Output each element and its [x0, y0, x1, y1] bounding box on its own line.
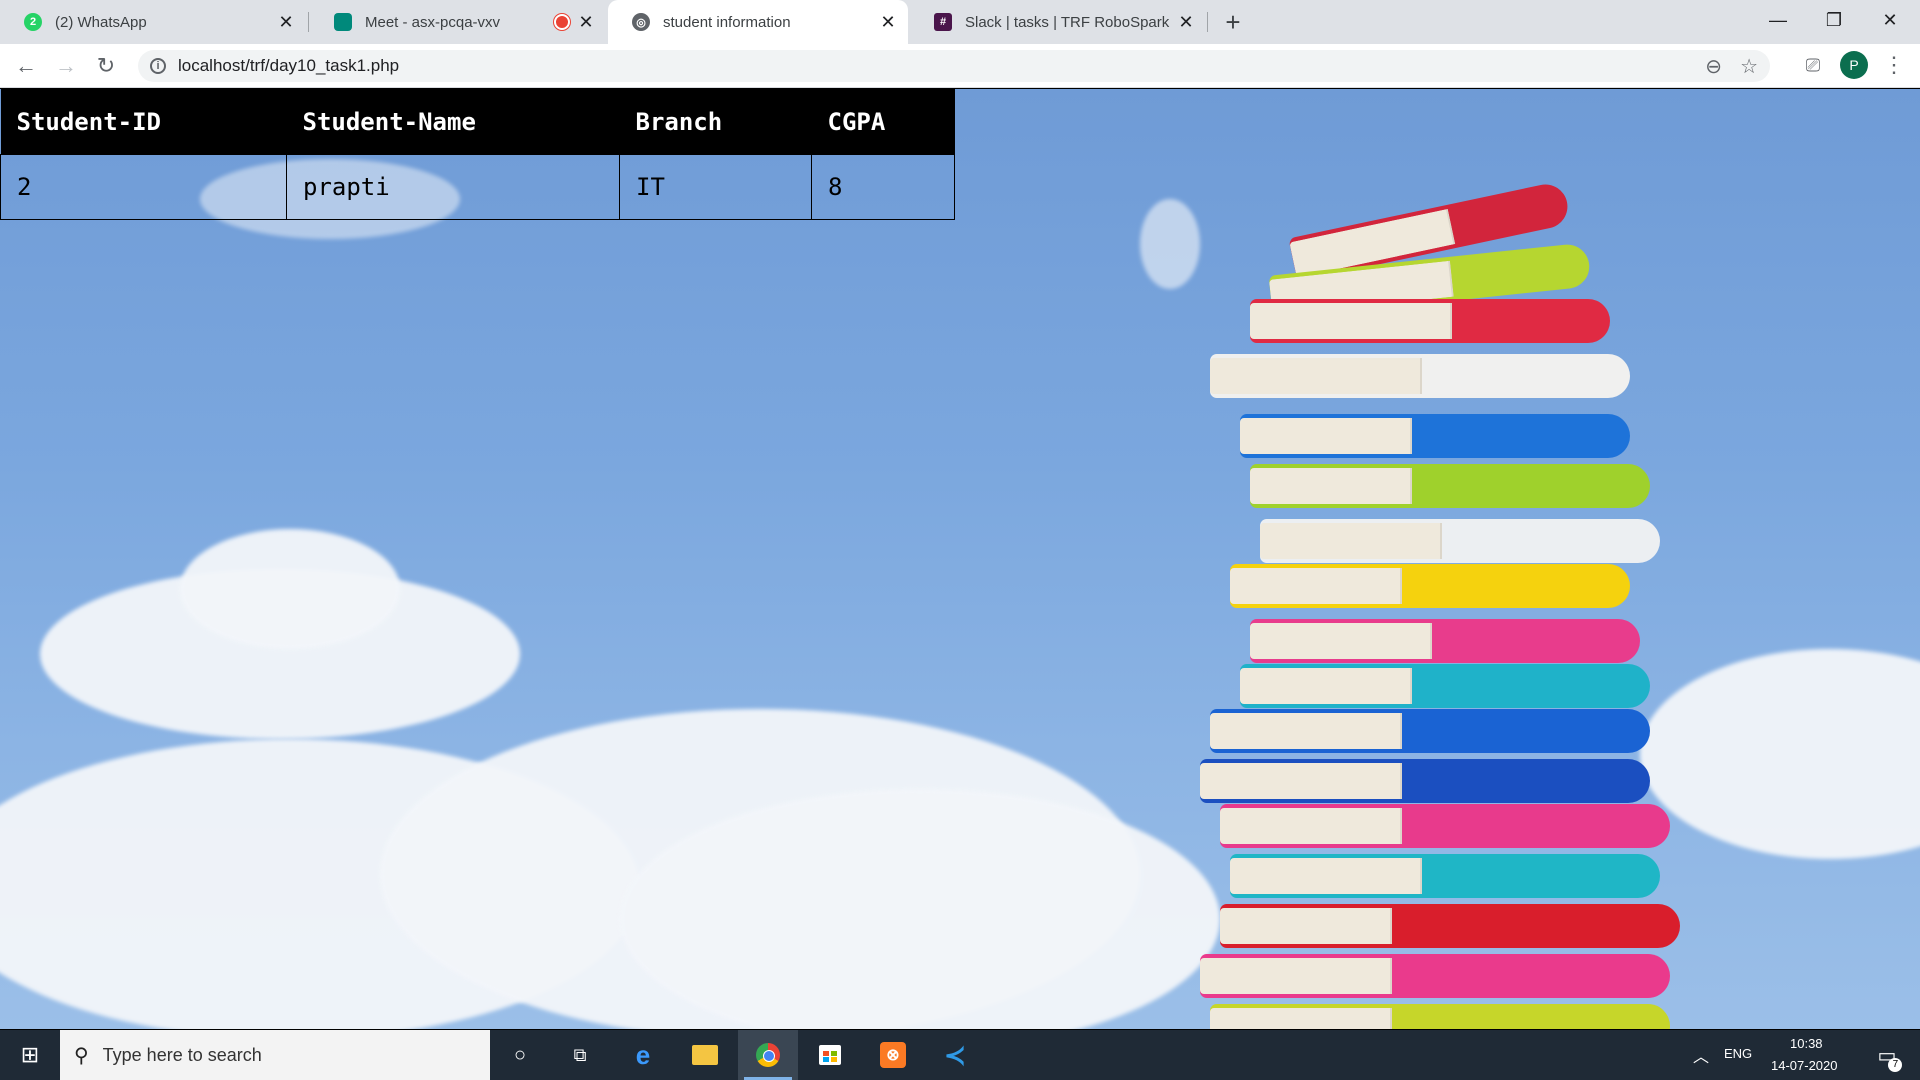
zoom-icon[interactable]: ⊖	[1705, 54, 1722, 79]
table-cell: prapti	[286, 154, 620, 220]
tab-title: Meet - asx-pcqa-vxv	[365, 13, 501, 31]
edge-icon[interactable]: e	[618, 1030, 668, 1080]
task-view-icon[interactable]: ⧉	[555, 1030, 605, 1080]
url-text[interactable]: localhost/trf/day10_task1.php	[178, 56, 399, 76]
taskbar: ⊞ ⚲ Type here to search ○ ⧉ e ⊗ ≺ ︿ ENG …	[0, 1030, 1920, 1080]
meet-icon	[334, 13, 352, 31]
tab-student-information[interactable]: ◎ student information ✕	[608, 0, 908, 44]
cast-icon[interactable]: ⎚	[1800, 52, 1826, 78]
table-header-row: Student-ID Student-Name Branch CGPA	[0, 89, 955, 155]
menu-icon[interactable]: ⋮	[1883, 52, 1905, 78]
new-tab-button[interactable]: +	[1219, 7, 1247, 37]
store-icon[interactable]	[805, 1030, 855, 1080]
cortana-icon[interactable]: ○	[495, 1030, 545, 1080]
close-window-button[interactable]: ✕	[1862, 0, 1918, 40]
page-viewport: Student-ID Student-Name Branch CGPA 2 pr…	[0, 89, 1920, 1029]
file-explorer-icon[interactable]	[680, 1030, 730, 1080]
search-icon: ⚲	[74, 1044, 89, 1067]
background-cloud	[180, 529, 400, 649]
book-stack-image	[1180, 180, 1700, 1029]
column-header: Branch	[619, 89, 812, 155]
tab-whatsapp[interactable]: 2 (2) WhatsApp ✕	[0, 0, 306, 44]
column-header: Student-Name	[286, 89, 620, 155]
close-icon[interactable]: ✕	[1176, 12, 1196, 32]
table-cell: IT	[619, 154, 812, 220]
column-header: Student-ID	[0, 89, 287, 155]
taskbar-search[interactable]: ⚲ Type here to search	[60, 1030, 490, 1080]
tab-slack[interactable]: # Slack | tasks | TRF RoboSpark 202 ✕	[910, 0, 1206, 44]
close-icon[interactable]: ✕	[878, 12, 898, 32]
close-icon[interactable]: ✕	[276, 12, 296, 32]
reload-button[interactable]: ↻	[92, 52, 120, 80]
tab-title: (2) WhatsApp	[55, 13, 147, 31]
chrome-icon[interactable]	[738, 1030, 798, 1080]
xampp-icon[interactable]: ⊗	[868, 1030, 918, 1080]
clock-time[interactable]: 10:38	[1790, 1036, 1823, 1051]
windows-start-icon[interactable]: ⊞	[0, 1030, 60, 1080]
table-row: 2 prapti IT 8	[0, 154, 955, 220]
slack-icon: #	[934, 13, 952, 31]
language-indicator[interactable]: ENG	[1724, 1046, 1752, 1061]
vscode-icon[interactable]: ≺	[930, 1030, 980, 1080]
search-placeholder[interactable]: Type here to search	[103, 1045, 262, 1066]
recording-icon	[554, 14, 570, 30]
profile-avatar[interactable]: P	[1840, 51, 1868, 79]
notification-icon[interactable]: ▭ 7	[1862, 1030, 1912, 1080]
chevron-up-icon[interactable]: ︿	[1686, 1030, 1716, 1080]
address-bar[interactable]: i localhost/trf/day10_task1.php ⊖ ☆	[138, 50, 1770, 82]
tab-meet[interactable]: Meet - asx-pcqa-vxv ✕	[310, 0, 606, 44]
notification-badge: 7	[1888, 1057, 1903, 1072]
back-button[interactable]: ←	[12, 52, 40, 80]
tab-strip: 2 (2) WhatsApp ✕ Meet - asx-pcqa-vxv ✕ ◎…	[0, 0, 1920, 44]
column-header: CGPA	[811, 89, 955, 155]
globe-icon: ◎	[632, 13, 650, 31]
minimize-button[interactable]: —	[1750, 0, 1806, 40]
background-cloud	[620, 789, 1220, 1029]
close-icon[interactable]: ✕	[576, 12, 596, 32]
restore-button[interactable]: ❐	[1806, 0, 1862, 40]
whatsapp-icon: 2	[24, 13, 42, 31]
site-info-icon[interactable]: i	[150, 58, 166, 74]
table-cell: 8	[811, 154, 955, 220]
forward-button[interactable]: →	[52, 52, 80, 80]
browser-toolbar: ← → ↻ i localhost/trf/day10_task1.php ⊖ …	[0, 44, 1920, 88]
tab-title: student information	[663, 13, 791, 31]
student-table: Student-ID Student-Name Branch CGPA 2 pr…	[0, 89, 955, 220]
tab-title: Slack | tasks | TRF RoboSpark 202	[965, 13, 1170, 31]
clock-date[interactable]: 14-07-2020	[1771, 1058, 1838, 1073]
bookmark-star-icon[interactable]: ☆	[1740, 54, 1758, 79]
table-cell: 2	[0, 154, 287, 220]
